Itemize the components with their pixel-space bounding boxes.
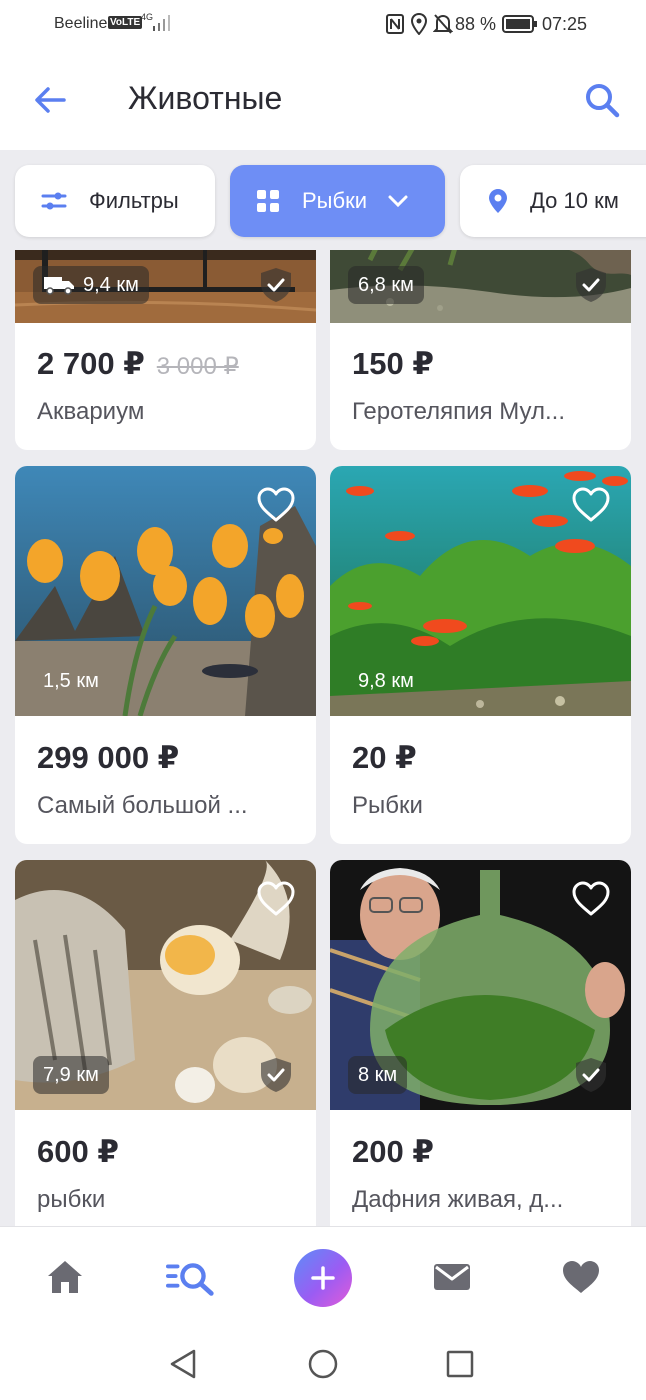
system-navigation — [0, 1328, 646, 1400]
distance-badge: 7,9 км — [33, 1056, 109, 1094]
catalog-search-icon — [166, 1263, 214, 1296]
arrow-left-icon — [35, 87, 66, 113]
distance-label: 6,8 км — [358, 273, 414, 296]
heart-outline-icon[interactable] — [256, 880, 296, 918]
distance-label: 1,5 км — [43, 669, 99, 692]
status-bar: Beeline VoLTE 4G 88 % 07:25 — [0, 0, 646, 50]
distance-badge: 9,4 км — [33, 266, 149, 304]
battery-percent: 88 % — [455, 14, 497, 34]
heart-outline-icon[interactable] — [256, 486, 296, 524]
category-chip-label: Рыбки — [302, 188, 368, 213]
listing-card[interactable]: 9,4 км 2 700 ₽ 3 000 ₽ Аквариум — [15, 250, 316, 450]
distance-badge: 1,5 км — [33, 662, 109, 700]
nav-favorites[interactable] — [555, 1251, 607, 1303]
add-listing-button[interactable] — [294, 1249, 352, 1307]
listing-card[interactable]: 6,8 км 150 ₽ Геротеляпия Мул... — [330, 250, 631, 450]
nav-home[interactable] — [39, 1251, 91, 1303]
recents-square-icon[interactable] — [442, 1346, 478, 1382]
listing-price: 2 700 ₽ 3 000 ₽ — [37, 346, 239, 382]
distance-label: 8 км — [358, 1063, 398, 1086]
nfc-icon — [386, 14, 404, 34]
listing-price: 150 ₽ — [352, 346, 434, 381]
truck-icon — [44, 277, 74, 295]
listings-grid: 9,4 км 2 700 ₽ 3 000 ₽ Аквариум 6,8 км 15… — [0, 250, 646, 1226]
price-current: 2 700 ₽ — [37, 346, 145, 381]
listing-card[interactable]: 8 км 200 ₽ Дафния живая, д... — [330, 860, 631, 1226]
bottom-navigation — [0, 1226, 646, 1328]
distance-badge: 9,8 км — [348, 662, 424, 700]
heart-outline-icon[interactable] — [571, 880, 611, 918]
location-status-icon — [411, 13, 427, 35]
shield-check-icon — [576, 268, 606, 302]
messages-icon — [434, 1264, 470, 1290]
listing-title: Дафния живая, д... — [352, 1186, 564, 1213]
listing-price: 600 ₽ — [37, 1134, 119, 1169]
listing-title: Самый большой ... — [37, 792, 248, 819]
filters-chip-label: Фильтры — [89, 188, 179, 213]
grid-icon — [256, 189, 280, 213]
search-button[interactable] — [580, 80, 624, 120]
nav-messages[interactable] — [426, 1251, 478, 1303]
listing-title: Рыбки — [352, 792, 423, 819]
chevron-down-icon — [387, 194, 409, 208]
category-chip[interactable]: Рыбки — [230, 165, 445, 237]
filters-chip[interactable]: Фильтры — [15, 165, 215, 237]
home-icon — [48, 1261, 82, 1293]
distance-label: 7,9 км — [43, 1063, 99, 1086]
back-triangle-icon[interactable] — [166, 1346, 202, 1382]
price-old: 3 000 ₽ — [156, 353, 239, 380]
battery-icon — [502, 15, 537, 33]
back-button[interactable] — [30, 80, 70, 120]
favorites-icon — [563, 1261, 599, 1293]
carrier-name: Beeline — [54, 15, 108, 32]
pin-icon — [488, 188, 508, 214]
listing-card[interactable]: 7,9 км 600 ₽ рыбки — [15, 860, 316, 1226]
shield-check-icon — [261, 1058, 291, 1092]
distance-badge: 6,8 км — [348, 266, 424, 304]
distance-chip[interactable]: До 10 км — [460, 165, 646, 237]
clock: 07:25 — [542, 14, 588, 34]
app-toolbar: Животные — [0, 50, 646, 150]
listing-title: Геротеляпия Мул... — [352, 398, 565, 425]
nav-catalog-search[interactable] — [166, 1251, 218, 1303]
filter-chips: Фильтры Рыбки До 10 км — [0, 150, 646, 250]
signal-icon — [153, 15, 170, 31]
listing-price: 299 000 ₽ — [37, 740, 180, 775]
home-circle-icon[interactable] — [305, 1346, 341, 1382]
distance-chip-label: До 10 км — [530, 188, 619, 213]
listing-card[interactable]: 1,5 км 299 000 ₽ Самый большой ... — [15, 466, 316, 844]
listing-title: рыбки — [37, 1186, 106, 1213]
bell-muted-icon — [433, 14, 453, 34]
listing-price: 20 ₽ — [352, 740, 417, 775]
heart-outline-icon[interactable] — [571, 486, 611, 524]
sliders-icon — [41, 189, 67, 213]
listing-card[interactable]: 9,8 км 20 ₽ Рыбки — [330, 466, 631, 844]
distance-label: 9,4 км — [83, 273, 139, 296]
shield-check-icon — [261, 268, 291, 302]
search-icon — [586, 84, 620, 118]
add-icon — [311, 1266, 335, 1290]
shield-check-icon — [576, 1058, 606, 1092]
listing-title: Аквариум — [37, 398, 145, 425]
volte-badge: VoLTE — [108, 16, 143, 29]
distance-label: 9,8 км — [358, 669, 414, 692]
distance-badge: 8 км — [348, 1056, 408, 1094]
listing-price: 200 ₽ — [352, 1134, 434, 1169]
page-title: Животные — [128, 80, 283, 116]
